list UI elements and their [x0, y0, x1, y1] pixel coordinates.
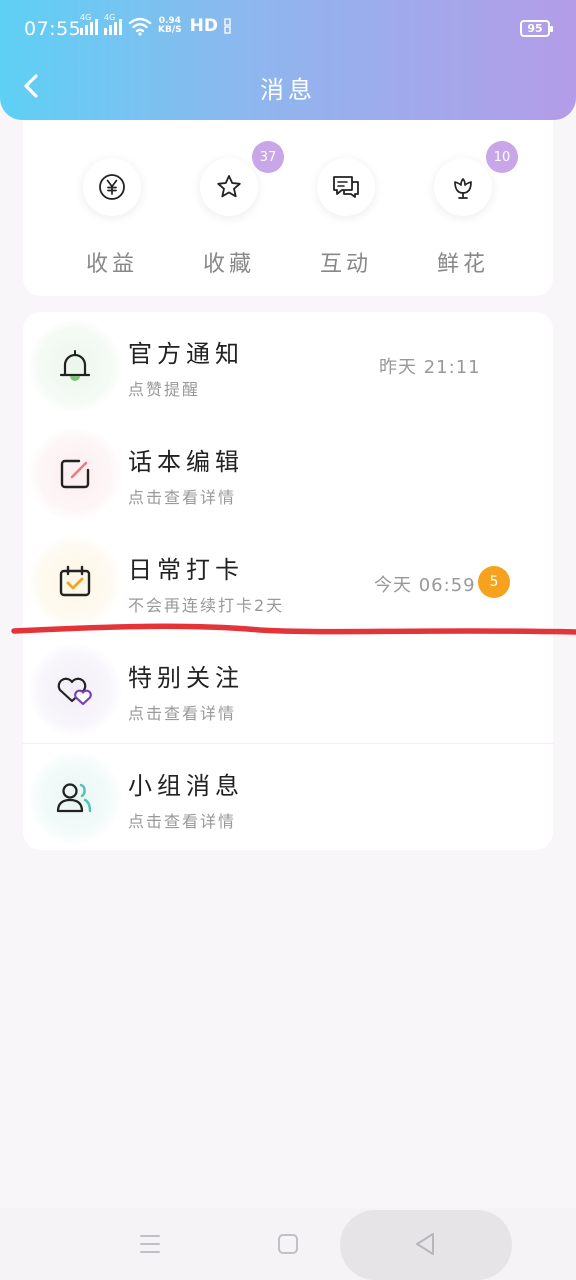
flower-icon — [454, 178, 472, 199]
message-row-group[interactable]: 小组消息 点击查看详情 — [23, 744, 553, 852]
star-icon — [217, 175, 241, 198]
hd-small-icon — [224, 18, 231, 34]
hd-indicator: HD — [189, 16, 218, 36]
group-icon — [56, 783, 92, 813]
quick-action-label: 收益 — [85, 252, 138, 277]
quick-action-interaction[interactable]: 互动 — [298, 158, 394, 278]
message-title: 日常打卡 — [128, 556, 244, 584]
net-speed: 0.94 KB/S — [158, 17, 182, 35]
edit-icon — [60, 459, 90, 489]
message-subtitle: 不会再连续打卡2天 — [128, 596, 285, 615]
quick-action-flowers[interactable]: 10 鲜花 — [415, 141, 518, 278]
system-nav-bar — [0, 1208, 576, 1280]
message-title: 特别关注 — [128, 664, 244, 692]
status-bar: 07:55 4G 4G 0.94 KB/S HD 95 — [0, 0, 576, 58]
flowers-badge: 10 — [486, 141, 518, 173]
chat-icon — [333, 176, 359, 198]
quick-action-earnings[interactable]: 收益 — [64, 158, 160, 278]
flowers-icon-circle: 10 — [434, 141, 518, 216]
icon-background — [29, 428, 121, 520]
message-time: 今天 06:59 — [374, 575, 476, 596]
quick-action-label: 鲜花 — [436, 252, 489, 277]
quick-action-favorites[interactable]: 37 收藏 — [181, 141, 284, 278]
yen-icon — [99, 174, 125, 200]
message-row-official[interactable]: 官方通知 点赞提醒 昨天 21:11 — [23, 312, 553, 420]
bell-icon — [59, 350, 91, 381]
message-title: 小组消息 — [128, 772, 244, 800]
message-title: 官方通知 — [128, 340, 244, 368]
message-subtitle: 点击查看详情 — [128, 488, 237, 507]
net-speed-unit: KB/S — [158, 25, 182, 35]
message-subtitle: 点击查看详情 — [128, 812, 237, 831]
quick-action-label: 收藏 — [202, 252, 255, 277]
message-row-script-editor[interactable]: 话本编辑 点击查看详情 — [23, 420, 553, 528]
earnings-icon-circle — [83, 158, 141, 216]
quick-action-label: 互动 — [319, 252, 372, 277]
signal-icon: 4G — [80, 13, 98, 35]
icon-background — [29, 752, 121, 844]
sim1-label: 4G — [80, 13, 92, 22]
message-title: 话本编辑 — [128, 448, 244, 476]
status-time: 07:55 — [24, 18, 82, 40]
menu-button[interactable] — [120, 1208, 180, 1280]
message-time: 昨天 21:11 — [379, 357, 481, 378]
message-row-daily-checkin[interactable]: 日常打卡 不会再连续打卡2天 今天 06:59 — [23, 528, 553, 636]
back-nav-button[interactable] — [395, 1208, 455, 1280]
favorites-icon-circle: 37 — [200, 141, 284, 216]
hearts-icon — [57, 677, 92, 706]
message-list: 官方通知 点赞提醒 昨天 21:11 话本编辑 点击查看详情 日常打卡 不会再连… — [23, 312, 553, 850]
quick-actions-card: 收益 37 收藏 互动 10 鲜花 — [23, 100, 553, 296]
status-icons: 4G 4G 0.94 KB/S HD — [80, 13, 232, 36]
calendar-check-icon — [59, 565, 91, 597]
sim2-label: 4G — [104, 13, 116, 22]
favorites-badge: 37 — [252, 141, 284, 173]
app-header: 07:55 4G 4G 0.94 KB/S HD 95 消息 — [0, 0, 576, 120]
signal-icon: 4G — [104, 13, 122, 35]
battery-icon: 95 — [520, 20, 553, 37]
menu-icon — [140, 1235, 160, 1253]
page-title: 消息 — [260, 76, 316, 104]
unread-badge: 5 — [478, 566, 510, 598]
icon-background — [29, 320, 121, 412]
message-subtitle: 点赞提醒 — [128, 380, 201, 399]
wifi-icon — [128, 17, 152, 36]
back-triangle-icon — [416, 1233, 434, 1255]
message-subtitle: 点击查看详情 — [128, 704, 237, 723]
icon-background — [29, 536, 121, 628]
home-square-icon — [278, 1234, 298, 1254]
interaction-icon-circle — [317, 158, 375, 216]
icon-background — [29, 644, 121, 736]
message-row-special-follow[interactable]: 特别关注 点击查看详情 — [23, 636, 553, 744]
home-button[interactable] — [258, 1208, 318, 1280]
